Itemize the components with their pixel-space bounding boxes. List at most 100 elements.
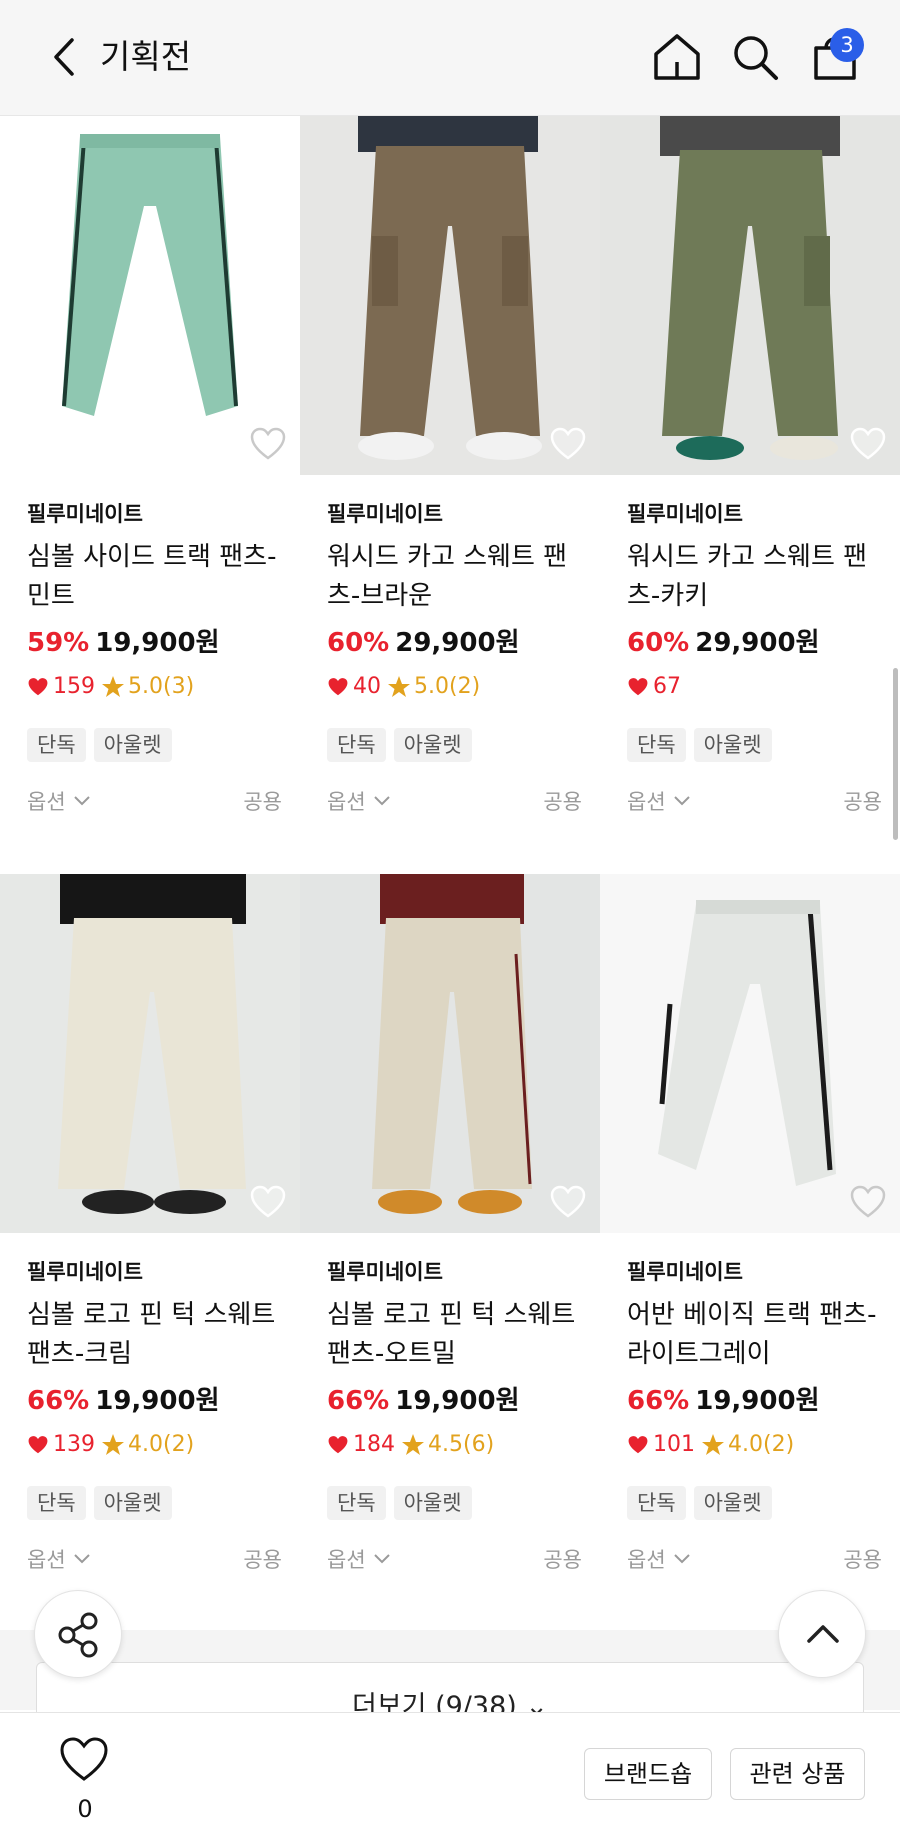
pants-image	[58, 874, 246, 1214]
option-dropdown[interactable]: 옵션	[327, 1544, 392, 1574]
product-stats: 40 5.0(2)	[327, 674, 480, 699]
product-name[interactable]: 심볼 로고 핀 턱 스웨트 팬츠-크림	[27, 1296, 289, 1374]
discount-rate: 66%	[27, 1386, 90, 1416]
pants-image	[372, 874, 532, 1214]
sale-price: 19,900원	[395, 1386, 520, 1416]
heart-outline-icon[interactable]	[250, 427, 286, 461]
rating-value: 4.0(2)	[128, 1432, 195, 1457]
option-label: 옵션	[27, 790, 66, 814]
heart-filled-icon	[328, 677, 348, 695]
brand-name: 필루미네이트	[627, 502, 743, 526]
gender-label: 공용	[843, 1548, 882, 1572]
scrollbar[interactable]	[893, 668, 898, 840]
page-title: 기획전	[100, 37, 192, 76]
discount-rate: 66%	[327, 1386, 390, 1416]
top-navigation-bar: 기획전 3	[0, 0, 900, 116]
product-stats: 67	[627, 674, 687, 699]
tag-list: 단독 아울렛	[627, 1486, 772, 1520]
heart-outline-icon[interactable]	[550, 1185, 586, 1219]
tag-outlet: 아울렛	[93, 728, 172, 762]
price-row: 66% 19,900원	[27, 1380, 220, 1417]
tag-exclusive: 단독	[627, 1486, 686, 1520]
heart-filled-icon	[628, 1435, 648, 1453]
star-icon	[402, 1433, 424, 1455]
chevron-down-icon	[673, 1554, 690, 1564]
chevron-down-icon	[73, 796, 90, 806]
like-count: 184	[353, 1432, 395, 1457]
heart-filled-icon	[28, 677, 48, 695]
product-stats: 101 4.0(2)	[627, 1432, 794, 1457]
product-image[interactable]	[300, 874, 600, 1233]
product-image[interactable]	[0, 116, 300, 475]
product-name[interactable]: 어반 베이직 트랙 팬츠-라이트그레이	[627, 1296, 889, 1374]
chevron-down-icon	[73, 1554, 90, 1564]
scroll-to-top-button[interactable]	[778, 1590, 866, 1678]
like-count: 67	[653, 674, 681, 699]
discount-rate: 60%	[327, 628, 390, 658]
tag-list: 단독 아울렛	[327, 1486, 472, 1520]
product-image[interactable]	[600, 116, 900, 475]
chevron-up-icon	[807, 1625, 839, 1643]
option-dropdown[interactable]: 옵션	[27, 1544, 92, 1574]
pants-image	[660, 116, 840, 460]
tag-outlet: 아울렛	[393, 1486, 472, 1520]
like-count: 40	[353, 674, 381, 699]
pants-image	[358, 116, 542, 460]
price-row: 60% 29,900원	[327, 622, 520, 659]
chevron-down-icon	[673, 796, 690, 806]
discount-rate: 66%	[627, 1386, 690, 1416]
product-stats: 159 5.0(3)	[27, 674, 194, 699]
rating-value: 5.0(3)	[128, 674, 195, 699]
sale-price: 19,900원	[695, 1386, 820, 1416]
option-dropdown[interactable]: 옵션	[627, 786, 692, 816]
option-dropdown[interactable]: 옵션	[627, 1544, 692, 1574]
gender-label: 공용	[543, 790, 582, 814]
option-dropdown[interactable]: 옵션	[327, 786, 392, 816]
home-icon[interactable]	[650, 30, 704, 84]
tag-list: 단독 아울렛	[327, 728, 472, 762]
option-dropdown[interactable]: 옵션	[27, 786, 92, 816]
heart-filled-icon	[28, 1435, 48, 1453]
product-image[interactable]	[300, 116, 600, 475]
search-icon[interactable]	[728, 30, 782, 84]
brand-name: 필루미네이트	[327, 502, 443, 526]
tag-outlet: 아울렛	[393, 728, 472, 762]
brand-name: 필루미네이트	[327, 1260, 443, 1284]
brand-shop-button[interactable]: 브랜드숍	[584, 1748, 712, 1800]
price-row: 60% 29,900원	[627, 622, 820, 659]
brand-name: 필루미네이트	[27, 502, 143, 526]
share-button[interactable]	[34, 1590, 122, 1678]
sale-price: 29,900원	[695, 628, 820, 658]
product-name[interactable]: 심볼 로고 핀 턱 스웨트 팬츠-오트밀	[327, 1296, 589, 1374]
like-count: 101	[653, 1432, 695, 1457]
back-arrow-icon[interactable]	[44, 34, 84, 80]
heart-outline-icon[interactable]	[250, 1185, 286, 1219]
product-name[interactable]: 심볼 사이드 트랙 팬츠-민트	[27, 538, 289, 616]
option-label: 옵션	[327, 1548, 366, 1572]
tag-list: 단독 아울렛	[27, 728, 172, 762]
heart-outline-icon[interactable]	[850, 1185, 886, 1219]
heart-outline-icon[interactable]	[550, 427, 586, 461]
heart-outline-icon[interactable]	[58, 1735, 110, 1783]
discount-rate: 59%	[27, 628, 90, 658]
tag-list: 단독 아울렛	[27, 1486, 172, 1520]
product-image[interactable]	[600, 874, 900, 1233]
tag-exclusive: 단독	[327, 1486, 386, 1520]
option-label: 옵션	[627, 790, 666, 814]
cart-count-badge: 3	[830, 28, 864, 62]
sale-price: 19,900원	[95, 1386, 220, 1416]
product-name[interactable]: 워시드 카고 스웨트 팬츠-브라운	[327, 538, 589, 616]
discount-rate: 60%	[627, 628, 690, 658]
heart-filled-icon	[628, 677, 648, 695]
product-image[interactable]	[0, 874, 300, 1233]
like-count: 139	[53, 1432, 95, 1457]
star-icon	[388, 675, 410, 697]
gender-label: 공용	[843, 790, 882, 814]
heart-outline-icon[interactable]	[850, 427, 886, 461]
rating-value: 4.0(2)	[728, 1432, 795, 1457]
related-products-button[interactable]: 관련 상품	[730, 1748, 865, 1800]
brand-name: 필루미네이트	[627, 1260, 743, 1284]
product-name[interactable]: 워시드 카고 스웨트 팬츠-카키	[627, 538, 889, 616]
product-stats: 139 4.0(2)	[27, 1432, 194, 1457]
option-label: 옵션	[27, 1548, 66, 1572]
